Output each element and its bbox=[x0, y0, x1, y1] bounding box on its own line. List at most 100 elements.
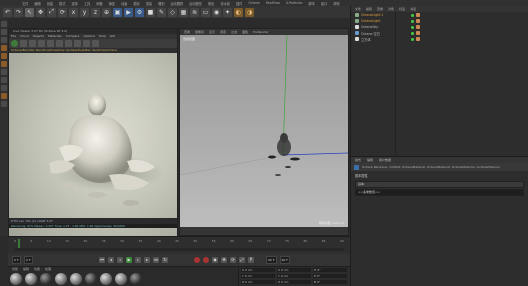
workplane-icon[interactable] bbox=[1, 85, 7, 91]
move-tool-icon[interactable]: ✥ bbox=[36, 7, 45, 17]
menu-item-6[interactable]: 网格 bbox=[96, 1, 102, 6]
axis-x-icon[interactable]: x bbox=[69, 7, 78, 17]
menu-item-18[interactable]: RealFlow bbox=[266, 1, 280, 5]
material-menu-item-2[interactable]: 功能 bbox=[34, 267, 40, 272]
octane-restart-icon[interactable] bbox=[20, 40, 27, 47]
object-menu-item-4[interactable]: 标签 bbox=[399, 6, 405, 12]
menu-item-0[interactable]: 文件 bbox=[22, 1, 28, 6]
next-frame-icon[interactable]: ▹ bbox=[135, 257, 141, 263]
select-tool-icon[interactable]: ↖ bbox=[25, 7, 34, 17]
start-frame-field[interactable]: 0 F bbox=[12, 256, 21, 264]
viewport-canvas[interactable]: 透视视图 网格间距: 100 cm bbox=[180, 35, 348, 227]
material-preview[interactable] bbox=[10, 273, 22, 285]
material-preview[interactable] bbox=[55, 273, 67, 285]
array-icon[interactable]: ▦ bbox=[179, 7, 188, 17]
redo-icon[interactable]: ↷ bbox=[14, 7, 23, 17]
param-key-icon[interactable]: P bbox=[248, 257, 254, 263]
menu-item-3[interactable]: 模式 bbox=[59, 1, 65, 6]
material-preview[interactable] bbox=[70, 273, 82, 285]
object-menu-item-2[interactable]: 查看 bbox=[377, 6, 383, 12]
object-menu-item-5[interactable]: 书签 bbox=[410, 6, 416, 12]
object-menu-item-0[interactable]: 文件 bbox=[355, 6, 361, 12]
menu-item-20[interactable]: 脚本 bbox=[309, 1, 315, 6]
material-menu-item-1[interactable]: 编辑 bbox=[23, 267, 29, 272]
prev-key-icon[interactable]: ◂ bbox=[108, 257, 114, 263]
octane-icon[interactable]: ◐ bbox=[234, 7, 243, 17]
attribute-multi-value-field[interactable]: <<多重数值>> bbox=[355, 189, 524, 196]
attribute-tab-0[interactable]: 模式 bbox=[355, 157, 361, 163]
octane-region-icon[interactable] bbox=[74, 40, 81, 47]
octane-clay-icon[interactable] bbox=[92, 40, 99, 47]
auto-key-icon[interactable] bbox=[203, 257, 209, 263]
octane-pick-icon[interactable] bbox=[56, 40, 63, 47]
playhead[interactable] bbox=[18, 239, 20, 248]
loop-icon[interactable]: ↻ bbox=[162, 257, 168, 263]
coordinate-field[interactable]: Y 0 cm bbox=[241, 274, 275, 278]
coord-system-icon[interactable]: ⊕ bbox=[102, 7, 111, 17]
material-preview[interactable] bbox=[100, 273, 112, 285]
keyframe-select-icon[interactable]: ◆ bbox=[212, 257, 218, 263]
coordinate-field[interactable]: Y 0 cm bbox=[277, 274, 311, 278]
record-key-icon[interactable] bbox=[194, 257, 200, 263]
play-icon[interactable]: ▶ bbox=[126, 257, 132, 263]
menu-item-15[interactable]: 流水线 bbox=[220, 1, 230, 6]
octane-tag-icon[interactable] bbox=[416, 25, 420, 29]
material-preview[interactable] bbox=[40, 273, 52, 285]
coordinate-field[interactable]: P 0° bbox=[313, 274, 347, 278]
menu-item-14[interactable]: 角色 bbox=[208, 1, 214, 6]
menu-item-7[interactable]: 捕捉 bbox=[109, 1, 115, 6]
octane-tag-icon[interactable] bbox=[416, 31, 420, 35]
enabled-check-icon[interactable] bbox=[411, 37, 414, 41]
coordinate-field[interactable]: X 0 cm bbox=[277, 268, 311, 272]
menu-item-11[interactable]: 雕刻 bbox=[158, 1, 164, 6]
menu-item-8[interactable]: 动画 bbox=[121, 1, 127, 6]
solo-icon[interactable] bbox=[1, 101, 7, 107]
max-frame-field[interactable]: 90 F bbox=[279, 256, 290, 264]
menu-item-10[interactable]: 渲染 bbox=[146, 1, 152, 6]
menu-item-1[interactable]: 编辑 bbox=[34, 1, 40, 6]
enabled-check-icon[interactable] bbox=[411, 13, 414, 17]
light-icon[interactable]: ✦ bbox=[223, 7, 232, 17]
scale-tool-icon[interactable]: ⤢ bbox=[47, 7, 56, 17]
material-preview[interactable] bbox=[85, 273, 97, 285]
floor-icon[interactable]: ▭ bbox=[201, 7, 210, 17]
octane-tag-icon[interactable] bbox=[416, 13, 420, 17]
menu-item-22[interactable]: 帮助 bbox=[333, 1, 339, 6]
camera-icon[interactable]: ◉ bbox=[212, 7, 221, 17]
attribute-tab-1[interactable]: 编辑 bbox=[367, 157, 373, 163]
material-preview[interactable] bbox=[130, 273, 142, 285]
axis-y-icon[interactable]: y bbox=[80, 7, 89, 17]
pen-icon[interactable]: ✎ bbox=[157, 7, 166, 17]
octane-tag-icon[interactable] bbox=[416, 19, 420, 23]
material-preview[interactable] bbox=[115, 273, 127, 285]
move-key-icon[interactable]: ✥ bbox=[221, 257, 227, 263]
edge-mode-icon[interactable] bbox=[1, 53, 7, 59]
octane-render-canvas[interactable] bbox=[9, 53, 177, 241]
coordinate-field[interactable]: Z 0 cm bbox=[241, 280, 275, 284]
attribute-basic-field[interactable]: 基本 bbox=[355, 181, 524, 188]
material-preview[interactable] bbox=[25, 273, 37, 285]
deformer-icon[interactable]: ≋ bbox=[190, 7, 199, 17]
octane-pause-icon[interactable] bbox=[29, 40, 36, 47]
menu-item-21[interactable]: 窗口 bbox=[321, 1, 327, 6]
prev-frame-icon[interactable]: ◃ bbox=[117, 257, 123, 263]
menu-item-12[interactable]: 运动跟踪 bbox=[171, 1, 184, 6]
point-mode-icon[interactable] bbox=[1, 45, 7, 51]
menu-item-5[interactable]: 工具 bbox=[84, 1, 90, 6]
object-row[interactable]: 立方体 bbox=[351, 36, 528, 42]
scale-key-icon[interactable]: ⤢ bbox=[239, 257, 245, 263]
render-picture-icon[interactable]: ▶ bbox=[124, 7, 133, 17]
menu-item-17[interactable]: Octane bbox=[248, 1, 259, 5]
polygon-mode-icon[interactable] bbox=[1, 61, 7, 67]
render-settings-icon[interactable]: ⚙ bbox=[135, 7, 144, 17]
coordinate-field[interactable]: Z 0 cm bbox=[277, 280, 311, 284]
octane-settings-icon[interactable]: ◑ bbox=[245, 7, 254, 17]
menu-item-4[interactable]: 选择 bbox=[72, 1, 78, 6]
octane-tag-icon[interactable] bbox=[1, 93, 7, 99]
undo-icon[interactable]: ↶ bbox=[3, 7, 12, 17]
menu-item-16[interactable]: 插件 bbox=[236, 1, 242, 6]
octane-focus-icon[interactable] bbox=[65, 40, 72, 47]
menu-item-19[interactable]: X-Particles bbox=[286, 1, 303, 5]
timeline[interactable]: 0 5 10 15 20 25 30 35 40 45 50 55 60 65 70 75 80 85 90 bbox=[8, 236, 350, 254]
octane-lock-icon[interactable] bbox=[83, 40, 90, 47]
